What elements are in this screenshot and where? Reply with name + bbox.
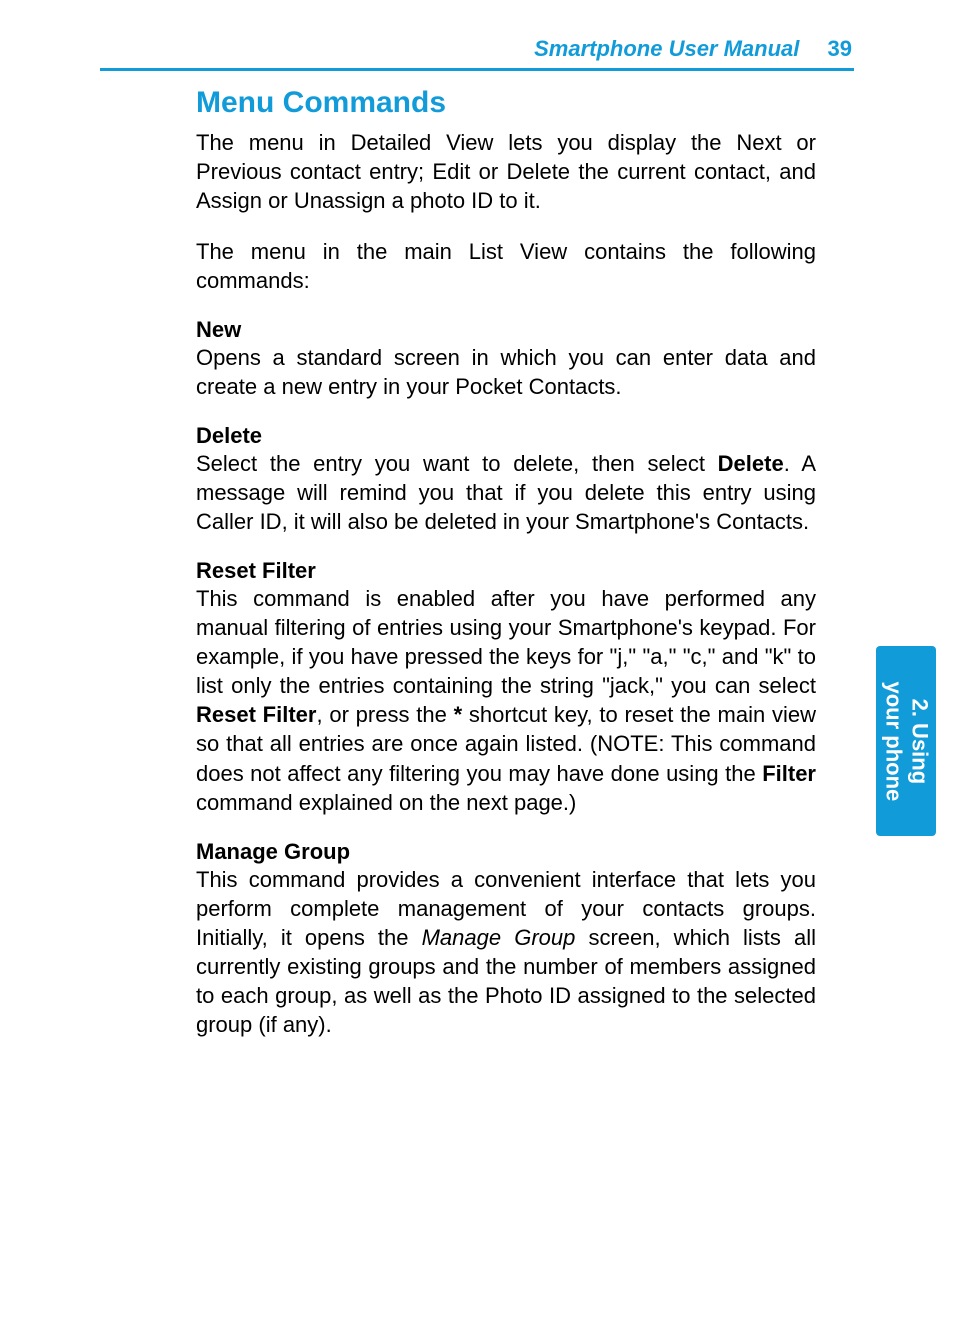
bold-text: Filter [762, 761, 816, 786]
command-new-heading: New [196, 317, 816, 343]
command-new-body: Opens a standard screen in which you can… [196, 343, 816, 401]
bold-text: Reset Filter [196, 702, 316, 727]
command-reset-filter-body: This command is enabled after you have p… [196, 584, 816, 816]
page-header: Smartphone User Manual 39 [534, 36, 852, 62]
text-fragment: This command is enabled after you have p… [196, 586, 816, 698]
chapter-tab-line1: 2. Using [906, 681, 932, 801]
command-delete: Delete Select the entry you want to dele… [196, 423, 816, 536]
command-reset-filter: Reset Filter This command is enabled aft… [196, 558, 816, 816]
command-delete-body: Select the entry you want to delete, the… [196, 449, 816, 536]
bold-text: * [454, 702, 463, 727]
text-fragment: command explained on the next page.) [196, 790, 576, 815]
chapter-tab-text: 2. Using your phone [880, 681, 933, 801]
text-fragment: , or press the [316, 702, 453, 727]
chapter-tab-line2: your phone [880, 681, 906, 801]
page: Smartphone User Manual 39 Menu Commands … [0, 0, 954, 1318]
command-manage-group-heading: Manage Group [196, 839, 816, 865]
command-manage-group: Manage Group This command provides a con… [196, 839, 816, 1039]
italic-text: Manage Group [422, 925, 576, 950]
header-rule [100, 68, 854, 71]
intro-paragraph-2: The menu in the main List View contains … [196, 237, 816, 295]
manual-title: Smartphone User Manual [534, 36, 799, 61]
chapter-tab: 2. Using your phone [876, 646, 936, 836]
section-title: Menu Commands [196, 86, 816, 120]
command-reset-filter-heading: Reset Filter [196, 558, 816, 584]
content-area: Menu Commands The menu in Detailed View … [196, 86, 816, 1061]
page-number: 39 [828, 36, 852, 61]
command-delete-heading: Delete [196, 423, 816, 449]
command-new: New Opens a standard screen in which you… [196, 317, 816, 401]
intro-paragraph-1: The menu in Detailed View lets you displ… [196, 128, 816, 215]
bold-text: Delete [718, 451, 784, 476]
command-manage-group-body: This command provides a convenient inter… [196, 865, 816, 1039]
text-fragment: Select the entry you want to delete, the… [196, 451, 718, 476]
